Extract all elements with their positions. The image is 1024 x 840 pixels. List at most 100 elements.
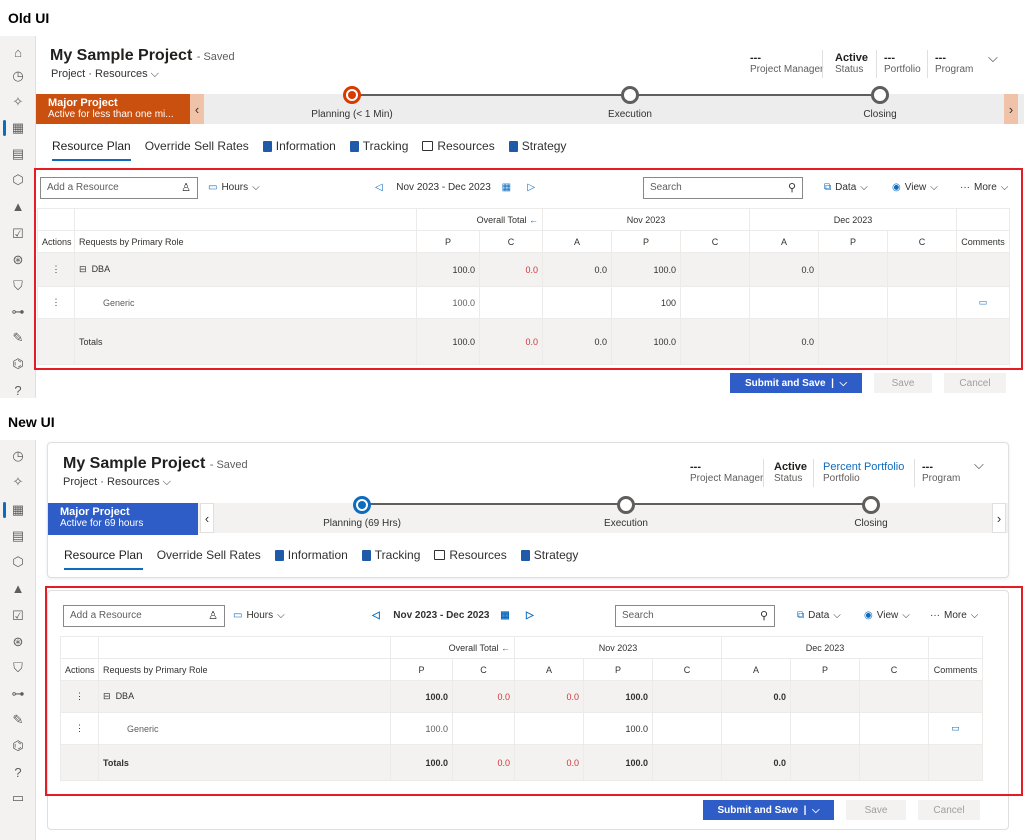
dec-header: Dec 2023 [721,636,929,659]
search-input[interactable]: Search ⚲ [643,177,803,199]
field-status[interactable]: Active Status [774,461,807,485]
tab-strip: Resource Plan Override Sell Rates Inform… [52,139,566,161]
breadcrumb[interactable]: Project · Resources ⌵ [63,476,171,489]
row-group-dba[interactable]: ⊟ DBA [74,252,417,287]
wrench-icon[interactable]: ✎ [8,710,28,730]
tab-resources[interactable]: Resources [434,548,507,562]
badge-icon[interactable]: ⊛ [8,632,28,652]
checkbox-icon[interactable]: ☑ [8,606,28,626]
view-menu[interactable]: ◉ View ⌵ [892,182,938,193]
field-program[interactable]: --- Program [922,461,960,485]
expand-header-icon[interactable]: ⌵ [988,50,998,66]
prev-stage-icon[interactable]: ‹ [190,94,204,124]
next-stage-icon[interactable]: › [992,503,1006,533]
tab-information[interactable]: Information [274,548,348,562]
cancel-button[interactable]: Cancel [944,373,1006,393]
nov-planned-input[interactable]: 100.0 [583,712,653,745]
collapse-icon: ⊟ [103,691,111,701]
execution-stage-dot[interactable] [617,496,635,514]
field-project-manager[interactable]: --- Project Manager [750,52,823,76]
stage-badge[interactable]: Major Project Active for less than one mi… [36,94,190,124]
closing-stage-dot[interactable] [862,496,880,514]
help-icon[interactable]: ? [8,762,28,782]
field-program[interactable]: --- Program [935,52,973,76]
chart-icon[interactable]: ▲ [8,196,28,216]
row-actions-icon[interactable]: ⋮ [37,252,75,287]
breadcrumb[interactable]: Project · Resources ⌵ [51,68,159,81]
closing-stage-dot[interactable] [871,86,889,104]
comment-icon[interactable]: ▭ [956,286,1010,319]
projects-icon[interactable]: ▦ [3,118,28,138]
pin-icon[interactable]: ✧ [8,472,28,492]
calendar-icon: ▦ [501,182,512,193]
hierarchy-icon[interactable]: ⊶ [8,302,28,322]
badge-icon[interactable]: ⊛ [8,250,28,270]
pin-icon[interactable]: ✧ [8,92,28,112]
keyboard-icon[interactable]: ▭ [8,788,28,808]
shield-icon[interactable]: ⛉ [8,276,28,296]
data-menu[interactable]: ⧉ Data ⌵ [824,182,868,193]
row-group-dba[interactable]: ⊟ DBA [98,680,391,713]
field-portfolio[interactable]: Percent Portfolio Portfolio [823,461,904,485]
stage-badge[interactable]: Major Project Active for 69 hours [48,503,198,535]
save-button[interactable]: Save [874,373,932,393]
tab-information[interactable]: Information [262,139,336,153]
cube-icon[interactable]: ⬡ [8,552,28,572]
data-icon: ⧉ [824,182,832,193]
recent-icon[interactable]: ◷ [8,446,28,466]
date-range[interactable]: ◁ Nov 2023 - Dec 2023 ▦ ▷ [372,610,534,621]
field-portfolio[interactable]: --- Portfolio [884,52,921,76]
more-menu[interactable]: ··· More ⌵ [960,182,1008,193]
home-icon[interactable]: ⌂ [8,42,28,62]
planning-stage-dot[interactable] [353,496,371,514]
hours-dropdown[interactable]: ▭ Hours ⌵ [233,610,285,621]
graduation-icon[interactable]: ⌬ [8,736,28,756]
tab-tracking[interactable]: Tracking [361,548,420,562]
row-actions-icon[interactable]: ⋮ [37,286,75,319]
add-resource-input[interactable]: Add a Resource ♙ [40,177,198,199]
document-icon [508,140,518,152]
tab-resources[interactable]: Resources [422,139,495,153]
next-stage-icon[interactable]: › [1004,94,1018,124]
submit-and-save-button[interactable]: Submit and Save | ⌵ [730,373,862,393]
cube-icon[interactable]: ⬡ [8,170,28,190]
hours-dropdown[interactable]: ▭ Hours ⌵ [208,182,260,193]
wrench-icon[interactable]: ✎ [8,328,28,348]
execution-stage-dot[interactable] [621,86,639,104]
search-input[interactable]: Search ⚲ [615,605,775,627]
field-status[interactable]: Active Status [835,52,868,76]
hierarchy-icon[interactable]: ⊶ [8,684,28,704]
calendar-icon[interactable]: ▤ [8,144,28,164]
tab-override-sell-rates[interactable]: Override Sell Rates [157,548,261,562]
date-range[interactable]: ◁ Nov 2023 - Dec 2023 ▦ ▷ [375,182,535,193]
recent-icon[interactable]: ◷ [8,66,28,86]
row-actions-icon[interactable]: ⋮ [60,680,99,713]
help-icon[interactable]: ? [8,380,28,400]
tab-resource-plan[interactable]: Resource Plan [64,548,143,570]
data-menu[interactable]: ⧉ Data ⌵ [797,610,841,621]
tab-strategy[interactable]: Strategy [520,548,578,562]
more-menu[interactable]: ··· More ⌵ [930,610,978,621]
view-menu[interactable]: ◉ View ⌵ [864,610,910,621]
calendar-icon[interactable]: ▤ [8,526,28,546]
cancel-button[interactable]: Cancel [918,800,980,820]
planning-stage-dot[interactable] [343,86,361,104]
expand-header-icon[interactable]: ⌵ [974,457,984,473]
graduation-icon[interactable]: ⌬ [8,354,28,374]
tab-tracking[interactable]: Tracking [349,139,408,153]
nov-planned-input[interactable]: 100 [611,286,681,319]
prev-stage-icon[interactable]: ‹ [200,503,214,533]
tab-resource-plan[interactable]: Resource Plan [52,139,131,161]
checkbox-icon[interactable]: ☑ [8,224,28,244]
save-button[interactable]: Save [846,800,906,820]
shield-icon[interactable]: ⛉ [8,658,28,678]
tab-override-sell-rates[interactable]: Override Sell Rates [145,139,249,153]
tab-strategy[interactable]: Strategy [508,139,566,153]
projects-icon[interactable]: ▦ [3,500,28,520]
chart-icon[interactable]: ▲ [8,578,28,598]
add-resource-input[interactable]: Add a Resource ♙ [63,605,225,627]
field-project-manager[interactable]: --- Project Manager [690,461,763,485]
comment-icon[interactable]: ▭ [928,712,983,745]
submit-and-save-button[interactable]: Submit and Save | ⌵ [703,800,834,820]
row-actions-icon[interactable]: ⋮ [60,712,99,745]
